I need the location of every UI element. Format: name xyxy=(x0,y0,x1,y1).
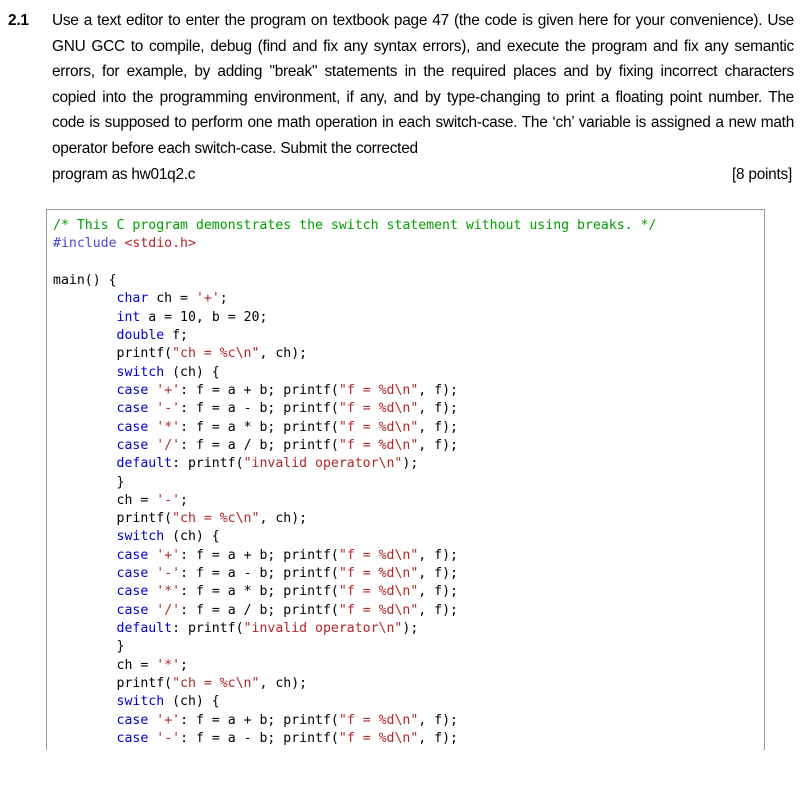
question-text: Use a text editor to enter the program o… xyxy=(52,12,794,157)
question-number: 2.1 xyxy=(8,12,29,29)
question-block: 2.1 Use a text editor to enter the progr… xyxy=(0,0,808,187)
code-listing-box: /* This C program demonstrates the switc… xyxy=(46,209,765,751)
question-points: [8 points] xyxy=(732,165,792,183)
code-listing-text: /* This C program demonstrates the switc… xyxy=(53,218,657,746)
question-text-column: Use a text editor to enter the program o… xyxy=(52,8,794,187)
question-last-line: program as hw01q2.c [8 points] xyxy=(52,162,794,188)
question-submit-instruction: program as hw01q2.c xyxy=(52,165,196,183)
code-listing-inner: /* This C program demonstrates the switc… xyxy=(47,210,764,748)
